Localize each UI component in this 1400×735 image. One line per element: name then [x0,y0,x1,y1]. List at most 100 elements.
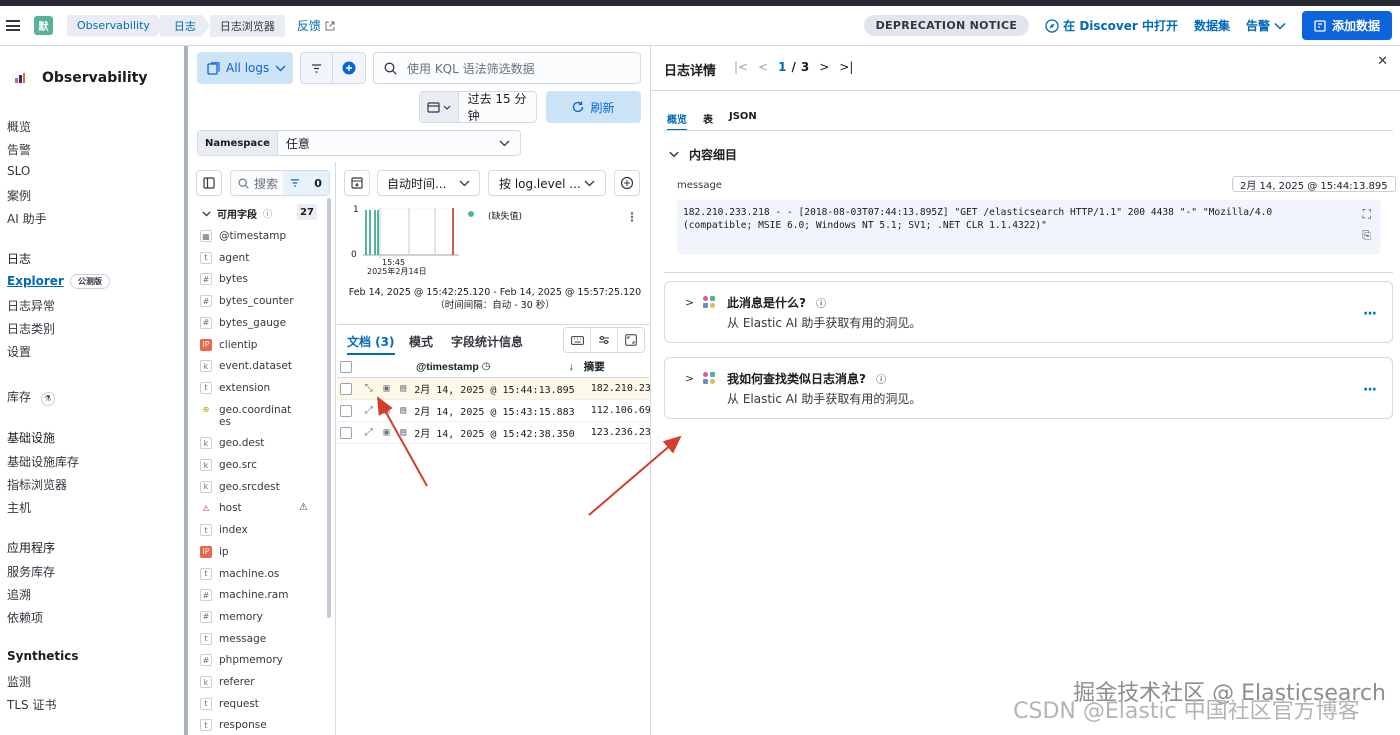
calendar-icon[interactable] [420,92,459,122]
select-all-checkbox[interactable] [340,360,352,373]
row-action-icon[interactable]: ▣ [380,426,394,440]
field-item[interactable]: # phpmemory [200,654,289,667]
field-item[interactable]: t machine.os [200,567,289,580]
datasets-button[interactable]: 数据集 [1194,17,1230,34]
chart-settings-icon[interactable] [614,170,640,196]
field-item[interactable]: k geo.srcdest [200,480,289,493]
expand-row-icon[interactable]: ⤢ [362,404,376,418]
field-item[interactable]: IP ip [200,545,289,558]
tab-field-statistics[interactable]: 字段统计信息 [451,333,523,350]
tab-documents[interactable]: 文档 (3) [347,333,395,355]
nav-inventory[interactable]: 库存 ⚗ [7,388,55,406]
expand-message-icon[interactable]: ⛶ [1363,208,1371,221]
toggle-chart-icon[interactable] [344,170,370,196]
first-page-icon[interactable]: |< [734,60,748,74]
field-item[interactable]: k referer [200,676,289,688]
field-list-scrollbar[interactable] [327,198,331,618]
collapse-row-icon[interactable]: ⤡ [362,382,376,396]
field-item[interactable]: k geo.src [200,459,289,471]
field-item[interactable]: t response [200,719,289,732]
add-data-button[interactable]: 添加数据 [1301,11,1392,40]
row-checkbox[interactable] [340,382,352,395]
field-item[interactable]: ⊕ geo.coordinat es [200,403,291,428]
field-type-filter[interactable]: 0 [283,171,329,195]
histogram-chart[interactable] [363,208,459,258]
tab-patterns[interactable]: 模式 [409,333,433,350]
nav-alerts[interactable]: 告警 [7,141,31,158]
table-row[interactable]: ⤡ ▣ ▤ 2月 14, 2025 @ 15:44:13.895 182.210… [337,378,650,400]
nav-group-infrastructure[interactable]: 基础设施 [7,429,55,446]
field-item[interactable]: k event.dataset [200,360,292,373]
content-breakdown-toggle[interactable]: 内容细目 [669,146,737,163]
field-item[interactable]: t agent [200,251,289,264]
chevron-right-icon[interactable]: > [685,296,694,309]
field-item[interactable]: # memory [200,610,289,623]
time-picker[interactable]: 过去 15 分钟 [419,91,537,123]
nav-group-logs[interactable]: 日志 [7,250,31,267]
fullscreen-icon[interactable] [618,328,644,352]
deprecation-notice-button[interactable]: DEPRECATION NOTICE [863,15,1030,36]
filter-menu-icon[interactable] [301,53,333,83]
field-item[interactable]: # machine.ram [200,589,289,602]
row-action-icon[interactable]: ▣ [380,404,394,418]
close-icon[interactable]: ✕ [1377,54,1388,69]
keyboard-icon[interactable] [564,328,591,352]
next-page-icon[interactable]: > [819,60,829,74]
nav-monitors[interactable]: 监测 [7,673,31,690]
ai-insight-card[interactable]: > 我如何查找类似日志消息? ⓘ 从 Elastic AI 助手获取有用的洞见。… [664,357,1393,419]
field-item[interactable]: # bytes_counter [200,295,294,308]
collapse-sidebar-icon[interactable] [196,170,222,196]
field-item[interactable]: # bytes_gauge [200,316,289,329]
nav-explorer[interactable]: Explorer 公测版 [7,274,110,289]
row-action-icon[interactable]: ▣ [380,382,394,396]
display-settings-icon[interactable] [591,328,618,352]
nav-tls-certificates[interactable]: TLS 证书 [7,696,56,713]
tab-json[interactable]: JSON [729,111,757,122]
available-fields-toggle[interactable]: 可用字段 ⓘ [202,206,272,221]
nav-group-synthetics[interactable]: Synthetics [7,649,79,663]
field-item[interactable]: t extension [200,381,289,394]
breadcrumb-observability[interactable]: Observability [67,15,164,37]
table-row[interactable]: ⤢ ▣ ▤ 2月 14, 2025 @ 15:43:15.883 112.106… [337,400,650,422]
field-item[interactable]: t message [200,632,289,645]
nav-traces[interactable]: 追溯 [7,586,31,603]
field-item[interactable]: IP clientip [200,338,289,351]
field-item[interactable]: k geo.dest [200,437,289,450]
nav-hosts[interactable]: 主机 [7,499,31,516]
row-checkbox[interactable] [340,426,352,439]
more-options-icon[interactable]: ··· [1363,306,1377,322]
tab-table[interactable]: 表 [703,111,713,126]
dataview-selector[interactable]: All logs [197,52,293,84]
nav-service-inventory[interactable]: 服务库存 [7,563,55,580]
menu-icon[interactable] [6,20,20,31]
field-item[interactable]: ▦ @timestamp [200,230,289,242]
previous-page-icon[interactable]: < [758,60,768,74]
nav-slo[interactable]: SLO [7,164,30,178]
kql-search-input[interactable]: 使用 KQL 语法筛选数据 [373,52,641,84]
table-row[interactable]: ⤢ ▣ ▤ 2月 14, 2025 @ 15:42:38.350 123.236… [337,422,650,444]
interval-select[interactable]: 自动时间... [377,170,480,196]
expand-row-icon[interactable]: ⤢ [362,426,376,440]
open-in-discover-link[interactable]: 在 Discover 中打开 [1045,17,1178,34]
namespace-filter[interactable]: Namespace 任意 [197,130,521,156]
timestamp-column-header[interactable]: @timestamp ◷ [416,361,491,373]
chart-options-icon[interactable]: ⋮ [626,210,638,224]
breadcrumb-logs[interactable]: 日志 [160,15,210,37]
legend-label[interactable]: (缺失值) [488,209,522,222]
field-item[interactable]: ⚠ host ⚠ [200,502,308,515]
alerts-button[interactable]: 告警 [1246,17,1286,34]
ai-insight-card[interactable]: > 此消息是什么? ⓘ 从 Elastic AI 助手获取有用的洞见。 ··· [664,281,1393,343]
nav-log-anomalies[interactable]: 日志异常 [7,297,55,314]
nav-overview[interactable]: 概览 [7,118,31,135]
field-search-input[interactable]: 搜索 0 [230,170,330,196]
nav-log-categories[interactable]: 日志类别 [7,320,55,337]
add-filter-icon[interactable] [333,53,365,83]
row-checkbox[interactable] [340,404,352,417]
refresh-button[interactable]: 刷新 [546,91,641,123]
chevron-right-icon[interactable]: > [685,372,694,385]
summary-column-header[interactable]: 摘要 [584,359,605,374]
nav-group-applications[interactable]: 应用程序 [7,539,55,556]
copy-icon[interactable]: ⎘ [1362,229,1371,242]
last-page-icon[interactable]: >| [839,60,853,74]
sort-arrow-icon[interactable]: ↓ [569,361,574,373]
